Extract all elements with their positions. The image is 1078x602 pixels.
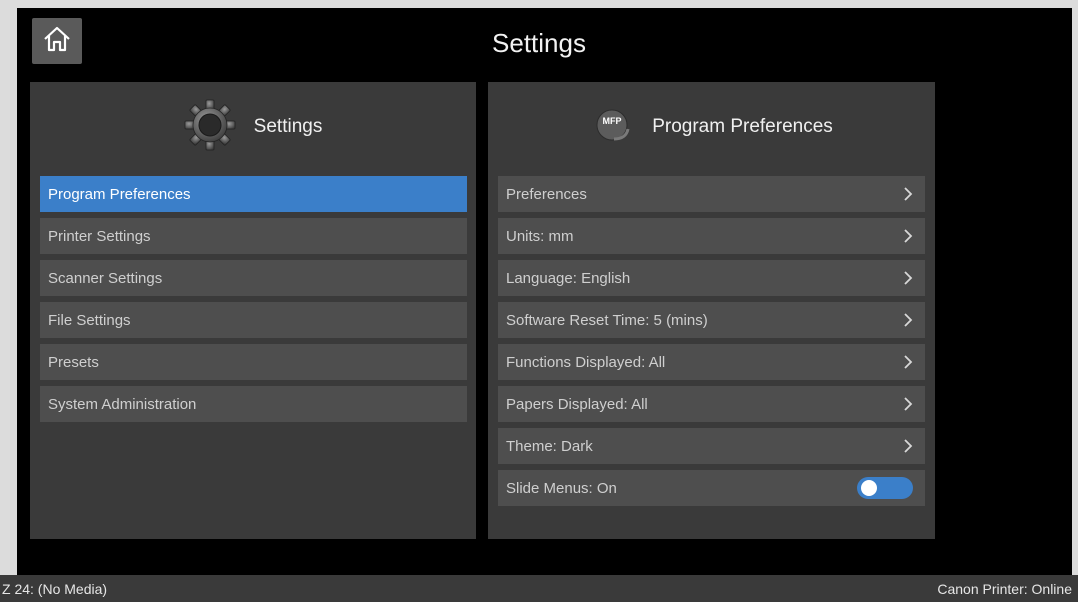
gear-icon [184,99,236,156]
preferences-list: Preferences Units: mm Language: English … [498,176,925,512]
menu-item-system-administration[interactable]: System Administration [40,386,467,422]
window-frame-top [0,0,1078,8]
chevron-right-icon [903,395,915,413]
pref-item-label: Preferences [506,185,587,203]
pref-item-label: Software Reset Time: 5 (mins) [506,311,708,329]
settings-panel: Settings Program Preferences Printer Set… [30,82,476,539]
pref-item-theme[interactable]: Theme: Dark [498,428,925,464]
pref-item-label: Units: mm [506,227,574,245]
pref-item-units[interactable]: Units: mm [498,218,925,254]
status-bar: Z 24: (No Media) Canon Printer: Online [0,575,1078,602]
mfp-icon: MFP [590,105,634,150]
page-title: Settings [492,28,586,58]
settings-panel-title: Settings [253,116,323,137]
menu-item-presets[interactable]: Presets [40,344,467,380]
program-preferences-panel: MFP Program Preferences Preferences Unit… [488,82,935,539]
chevron-right-icon [903,227,915,245]
pref-item-papers-displayed[interactable]: Papers Displayed: All [498,386,925,422]
pref-item-label: Theme: Dark [506,437,593,455]
settings-panel-header: Settings [30,82,476,172]
chevron-right-icon [903,185,915,203]
pref-item-slide-menus: Slide Menus: On [498,470,925,506]
chevron-right-icon [903,269,915,287]
settings-menu: Program Preferences Printer Settings Sca… [40,176,467,428]
pref-item-label: Language: English [506,269,631,287]
slide-menus-toggle[interactable] [857,477,913,499]
menu-item-printer-settings[interactable]: Printer Settings [40,218,467,254]
window-frame-left [0,0,17,602]
printer-status: Canon Printer: Online [937,580,1072,597]
program-preferences-title: Program Preferences [652,116,833,137]
chevron-right-icon [903,437,915,455]
mfp-icon-text: MFP [603,116,622,126]
pref-item-preferences[interactable]: Preferences [498,176,925,212]
chevron-right-icon [903,353,915,371]
pref-item-software-reset-time[interactable]: Software Reset Time: 5 (mins) [498,302,925,338]
menu-item-scanner-settings[interactable]: Scanner Settings [40,260,467,296]
menu-item-program-preferences[interactable]: Program Preferences [40,176,467,212]
menu-item-file-settings[interactable]: File Settings [40,302,467,338]
toggle-knob [861,480,877,496]
pref-item-label: Functions Displayed: All [506,353,666,371]
program-preferences-header: MFP Program Preferences [488,82,935,172]
media-status: Z 24: (No Media) [2,580,108,597]
pref-item-label: Slide Menus: On [506,479,617,497]
pref-item-functions-displayed[interactable]: Functions Displayed: All [498,344,925,380]
chevron-right-icon [903,311,915,329]
pref-item-label: Papers Displayed: All [506,395,648,413]
pref-item-language[interactable]: Language: English [498,260,925,296]
window-frame-right [1072,0,1078,575]
